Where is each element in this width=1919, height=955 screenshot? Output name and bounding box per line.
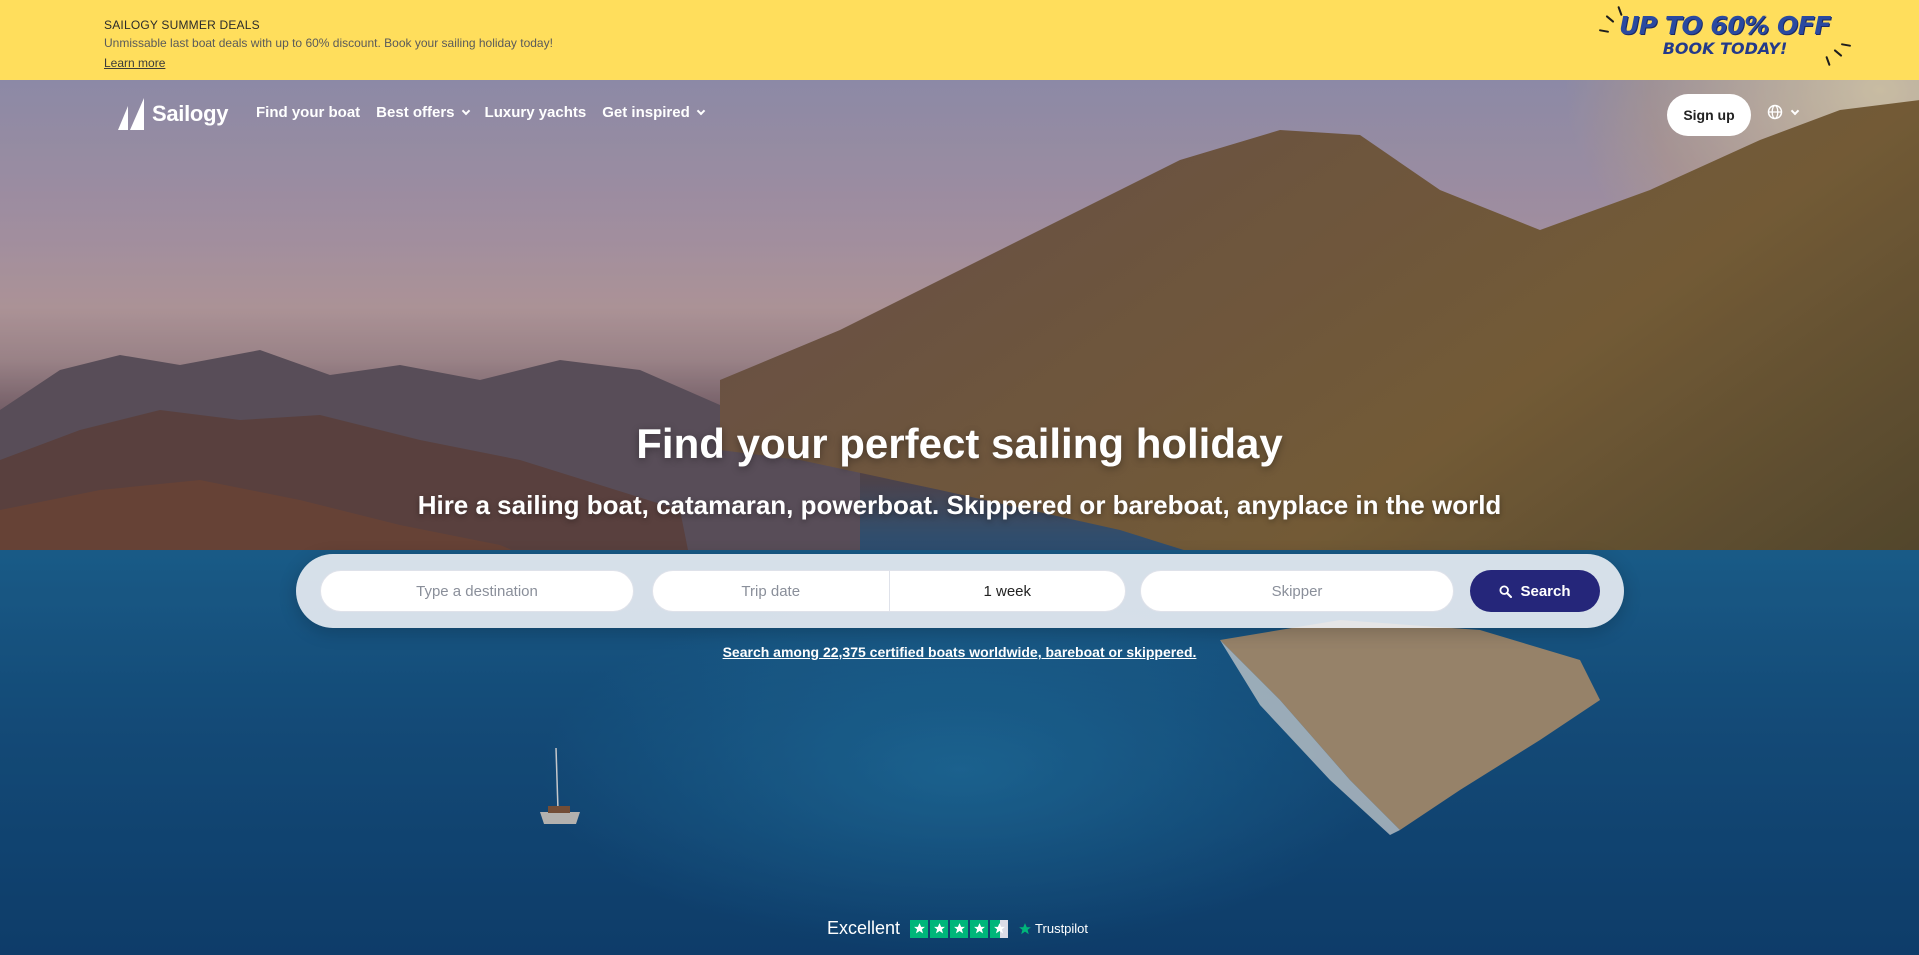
chevron-down-icon	[1790, 106, 1800, 115]
search-icon	[1499, 584, 1513, 598]
trustpilot-star-icon	[1019, 922, 1031, 934]
chevron-down-icon	[461, 106, 470, 116]
hero-title: Find your perfect sailing holiday	[636, 420, 1283, 467]
duration-select[interactable]: 1 week	[890, 571, 1126, 611]
destination-placeholder: Type a destination	[416, 582, 538, 600]
promo-description: Unmissable last boat deals with up to 60…	[104, 36, 553, 50]
trip-date-field: Trip date 1 week	[652, 570, 1126, 612]
star-icon	[970, 919, 989, 938]
trip-date-input[interactable]: Trip date	[653, 571, 889, 611]
boats-count-link[interactable]: Search among 22,375 certified boats worl…	[723, 644, 1197, 660]
nav-item-best-offers[interactable]: Best offers	[376, 104, 470, 121]
half-star-icon	[990, 919, 1009, 938]
destination-input[interactable]: Type a destination	[320, 570, 634, 612]
promo-text: SAILOGY SUMMER DEALS Unmissable last boa…	[104, 18, 553, 72]
nav-item-label: Find your boat	[256, 104, 361, 121]
promo-badge-line2: BOOK TODAY!	[1662, 39, 1788, 58]
skipper-select[interactable]: Skipper	[1140, 570, 1454, 612]
skipper-placeholder: Skipper	[1271, 582, 1323, 600]
sailogy-logo[interactable]: Sailogy	[118, 96, 228, 132]
star-icon	[930, 919, 949, 938]
trustpilot-rating-word: Excellent	[827, 918, 901, 938]
star-icon	[910, 919, 929, 938]
nav-item-label: Get inspired	[602, 104, 690, 121]
star-icon	[950, 919, 969, 938]
duration-value: 1 week	[983, 582, 1032, 600]
promo-banner: SAILOGY SUMMER DEALS Unmissable last boa…	[0, 0, 1919, 80]
chevron-down-icon	[696, 106, 706, 116]
burst-line-icon	[1598, 29, 1610, 33]
learn-more-link[interactable]: Learn more	[104, 56, 165, 70]
trustpilot-stars	[910, 919, 1009, 938]
search-bar: Type a destination Trip date 1 week Skip…	[296, 554, 1624, 628]
trip-date-placeholder: Trip date	[741, 582, 801, 600]
search-button-label: Search	[1520, 582, 1571, 600]
trustpilot-brand-label: Trustpilot	[1035, 921, 1089, 936]
sail-logo-icon	[118, 98, 144, 130]
logo-text: Sailogy	[152, 101, 229, 126]
trustpilot-widget[interactable]: Excellent Trustpilot	[827, 918, 1088, 939]
nav-item-label: Best offers	[376, 104, 455, 121]
hero-subtitle: Hire a sailing boat, catamaran, powerboa…	[417, 490, 1502, 520]
trustpilot-brand: Trustpilot	[1018, 921, 1088, 936]
nav-links: Find your boat Best offers Luxury yachts…	[256, 104, 706, 121]
sign-up-button[interactable]: Sign up	[1667, 94, 1751, 136]
nav-item-label: Luxury yachts	[484, 104, 587, 121]
main-nav: Sailogy Find your boat Best offers Luxur…	[0, 80, 1919, 150]
nav-item-find-your-boat[interactable]: Find your boat	[256, 104, 360, 121]
promo-badge[interactable]: UP TO 60% OFF BOOK TODAY!	[1598, 5, 1852, 70]
promo-badge-line1: UP TO 60% OFF	[1619, 11, 1831, 40]
globe-icon	[1767, 104, 1783, 120]
burst-line-icon	[1840, 43, 1852, 47]
nav-item-luxury-yachts[interactable]: Luxury yachts	[485, 104, 587, 121]
nav-item-get-inspired[interactable]: Get inspired	[602, 104, 706, 121]
search-button[interactable]: Search	[1470, 570, 1600, 612]
language-selector[interactable]	[1767, 104, 1800, 120]
boats-count-link-wrap: Search among 22,375 certified boats worl…	[0, 644, 1919, 660]
promo-title: SAILOGY SUMMER DEALS	[104, 18, 260, 32]
